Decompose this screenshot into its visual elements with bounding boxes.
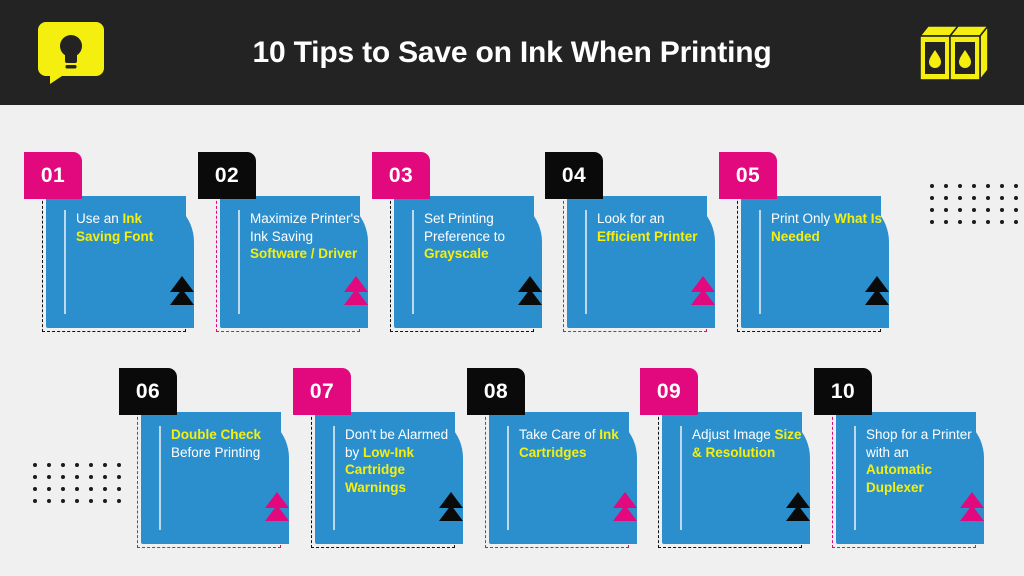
card-text: Don't be Alarmed by Low-Ink Cartridge Wa… <box>345 426 457 496</box>
card-text-plain: Adjust Image <box>692 427 775 442</box>
card-number-badge[interactable]: 08 <box>467 368 525 415</box>
card-arrow-triangles <box>265 492 289 521</box>
card-accent-rule <box>854 426 856 530</box>
card-text: Shop for a Printer with an Automatic Dup… <box>866 426 978 496</box>
card-accent-rule <box>759 210 761 314</box>
card-number-label: 09 <box>656 379 682 403</box>
card-text-highlight: Automatic Duplexer <box>866 462 933 495</box>
card-number-label: 03 <box>388 163 414 187</box>
card-text-plain: Take Care of <box>519 427 600 442</box>
card-number-label: 08 <box>483 379 509 403</box>
card-text-highlight: Software / Driver <box>250 246 358 261</box>
card-number-badge[interactable]: 03 <box>372 152 430 199</box>
card-text: Print Only What Is Needed <box>771 210 883 245</box>
triangle-icon <box>265 505 289 521</box>
card-text-highlight: Efficient Printer <box>597 228 698 244</box>
card-number-badge[interactable]: 09 <box>640 368 698 415</box>
card-accent-rule <box>412 210 414 314</box>
card-accent-rule <box>64 210 66 314</box>
card-text: Take Care of Ink Cartridges <box>519 426 631 461</box>
card-number-badge[interactable]: 01 <box>24 152 82 199</box>
card-number-label: 02 <box>214 163 240 187</box>
card-text-plain: Shop for a Printer with an <box>866 427 972 460</box>
triangle-icon <box>518 289 542 305</box>
card-arrow-triangles <box>786 492 810 521</box>
card-text: Maximize Printer's Ink Saving Software /… <box>250 210 362 263</box>
card-accent-rule <box>333 426 335 530</box>
card-number-badge[interactable]: 05 <box>719 152 777 199</box>
tip-card[interactable]: 07 Don't be Alarmed by Low-Ink Cartridge … <box>293 368 485 548</box>
card-arrow-triangles <box>170 276 194 305</box>
tip-card[interactable]: 04 Look for an Efficient Printer <box>545 152 737 332</box>
triangle-icon <box>170 289 194 305</box>
tips-card-grid: 01 Use an Ink Saving Font 02 Maximize Print… <box>0 0 1024 576</box>
card-number-badge[interactable]: 04 <box>545 152 603 199</box>
triangle-icon <box>439 505 463 521</box>
tip-card[interactable]: 05 Print Only What Is Needed <box>719 152 911 332</box>
card-text-plain: Maximize Printer's Ink Saving <box>250 211 360 244</box>
card-arrow-triangles <box>960 492 984 521</box>
triangle-icon <box>960 505 984 521</box>
card-text-highlight: Double Check <box>171 427 262 442</box>
triangle-icon <box>344 289 368 305</box>
card-number-label: 01 <box>40 163 66 187</box>
card-text-plain: Before Printing <box>171 444 261 460</box>
tip-card[interactable]: 03 Set Printing Preference to Grayscale <box>372 152 564 332</box>
card-accent-rule <box>159 426 161 530</box>
card-arrow-triangles <box>865 276 889 305</box>
card-number-badge[interactable]: 06 <box>119 368 177 415</box>
card-accent-rule <box>680 426 682 530</box>
card-text: Use an Ink Saving Font <box>76 210 188 245</box>
card-text-plain: Look for an <box>597 211 665 226</box>
card-arrow-triangles <box>344 276 368 305</box>
card-accent-rule <box>238 210 240 314</box>
card-text-plain: Use an <box>76 211 123 226</box>
card-number-label: 07 <box>309 379 335 403</box>
card-arrow-triangles <box>613 492 637 521</box>
card-text-plain: Set Printing Preference to <box>424 211 506 244</box>
triangle-icon <box>865 289 889 305</box>
card-number-badge[interactable]: 07 <box>293 368 351 415</box>
card-arrow-triangles <box>691 276 715 305</box>
card-accent-rule <box>507 426 509 530</box>
card-number-label: 10 <box>830 379 856 403</box>
card-text: Set Printing Preference to Grayscale <box>424 210 536 263</box>
triangle-icon <box>786 505 810 521</box>
card-text: Double Check Before Printing <box>171 426 283 461</box>
card-text: Look for an Efficient Printer <box>597 210 709 245</box>
card-arrow-triangles <box>439 492 463 521</box>
card-text-highlight: Grayscale <box>424 246 489 261</box>
card-accent-rule <box>585 210 587 314</box>
card-arrow-triangles <box>518 276 542 305</box>
card-number-badge[interactable]: 10 <box>814 368 872 415</box>
tip-card[interactable]: 02 Maximize Printer's Ink Saving Software… <box>198 152 390 332</box>
triangle-icon <box>613 505 637 521</box>
card-text-plain: Print Only <box>771 211 835 226</box>
card-number-label: 06 <box>135 379 161 403</box>
card-text: Adjust Image Size & Resolution <box>692 426 804 461</box>
tip-card[interactable]: 08 Take Care of Ink Cartridges <box>467 368 659 548</box>
tip-card[interactable]: 01 Use an Ink Saving Font <box>24 152 216 332</box>
tip-card[interactable]: 06 Double Check Before Printing <box>119 368 311 548</box>
triangle-icon <box>691 289 715 305</box>
card-number-label: 05 <box>735 163 761 187</box>
tip-card[interactable]: 10 Shop for a Printer with an Automatic D… <box>814 368 1006 548</box>
card-number-label: 04 <box>561 163 587 187</box>
card-number-badge[interactable]: 02 <box>198 152 256 199</box>
tip-card[interactable]: 09 Adjust Image Size & Resolution <box>640 368 832 548</box>
